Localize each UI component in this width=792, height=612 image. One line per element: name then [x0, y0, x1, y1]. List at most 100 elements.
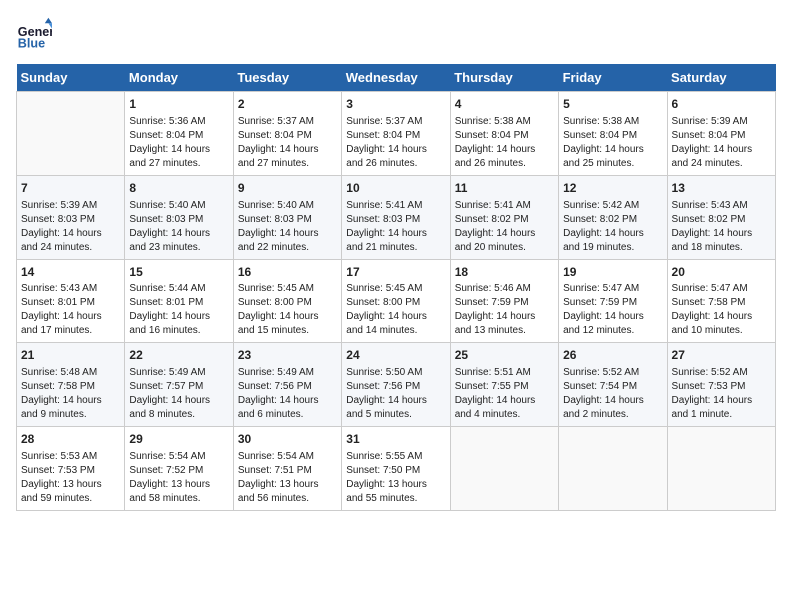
day-info: Sunrise: 5:44 AM Sunset: 8:01 PM Dayligh…: [129, 282, 228, 338]
calendar-cell: 17Sunrise: 5:45 AM Sunset: 8:00 PM Dayli…: [342, 259, 450, 343]
calendar-cell: 14Sunrise: 5:43 AM Sunset: 8:01 PM Dayli…: [17, 259, 125, 343]
svg-text:Blue: Blue: [18, 37, 45, 51]
day-header-thursday: Thursday: [450, 64, 558, 92]
day-info: Sunrise: 5:51 AM Sunset: 7:55 PM Dayligh…: [455, 366, 554, 422]
day-info: Sunrise: 5:38 AM Sunset: 8:04 PM Dayligh…: [563, 115, 662, 171]
day-number: 13: [672, 180, 771, 197]
day-info: Sunrise: 5:38 AM Sunset: 8:04 PM Dayligh…: [455, 115, 554, 171]
week-row-1: 1 Sunrise: 5:36 AM Sunset: 8:04 PM Daylig…: [17, 92, 776, 176]
day-number: 29: [129, 431, 228, 448]
day-info: Sunrise: 5:36 AM Sunset: 8:04 PM Dayligh…: [129, 115, 228, 171]
calendar-cell: 4Sunrise: 5:38 AM Sunset: 8:04 PM Daylig…: [450, 92, 558, 176]
day-header-sunday: Sunday: [17, 64, 125, 92]
day-info: Sunrise: 5:41 AM Sunset: 8:02 PM Dayligh…: [455, 199, 554, 255]
day-info: Sunrise: 5:48 AM Sunset: 7:58 PM Dayligh…: [21, 366, 120, 422]
day-info: Sunrise: 5:47 AM Sunset: 7:58 PM Dayligh…: [672, 282, 771, 338]
day-info: Sunrise: 5:49 AM Sunset: 7:57 PM Dayligh…: [129, 366, 228, 422]
day-info: Sunrise: 5:42 AM Sunset: 8:02 PM Dayligh…: [563, 199, 662, 255]
day-number: 21: [21, 347, 120, 364]
day-header-monday: Monday: [125, 64, 233, 92]
week-row-4: 21 Sunrise: 5:48 AM Sunset: 7:58 PM Dayli…: [17, 343, 776, 427]
day-number: 10: [346, 180, 445, 197]
calendar-cell: 15Sunrise: 5:44 AM Sunset: 8:01 PM Dayli…: [125, 259, 233, 343]
calendar-cell: 25 Sunrise: 5:51 AM Sunset: 7:55 PM Dayli…: [450, 343, 558, 427]
calendar-cell: [450, 427, 558, 511]
day-info: Sunrise: 5:45 AM Sunset: 8:00 PM Dayligh…: [238, 282, 337, 338]
calendar-cell: 26 Sunrise: 5:52 AM Sunset: 7:54 PM Dayli…: [559, 343, 667, 427]
calendar-table: SundayMondayTuesdayWednesdayThursdayFrid…: [16, 64, 776, 511]
day-number: 5: [563, 96, 662, 113]
day-info: Sunrise: 5:55 AM Sunset: 7:50 PM Dayligh…: [346, 450, 445, 506]
calendar-cell: 10 Sunrise: 5:41 AM Sunset: 8:03 PM Dayli…: [342, 175, 450, 259]
calendar-cell: 18Sunrise: 5:46 AM Sunset: 7:59 PM Dayli…: [450, 259, 558, 343]
day-header-wednesday: Wednesday: [342, 64, 450, 92]
calendar-cell: 3 Sunrise: 5:37 AM Sunset: 8:04 PM Daylig…: [342, 92, 450, 176]
calendar-cell: 2Sunrise: 5:37 AM Sunset: 8:04 PM Daylig…: [233, 92, 341, 176]
day-info: Sunrise: 5:52 AM Sunset: 7:54 PM Dayligh…: [563, 366, 662, 422]
day-number: 15: [129, 264, 228, 281]
day-info: Sunrise: 5:40 AM Sunset: 8:03 PM Dayligh…: [129, 199, 228, 255]
day-number: 7: [21, 180, 120, 197]
day-number: 18: [455, 264, 554, 281]
day-info: Sunrise: 5:39 AM Sunset: 8:03 PM Dayligh…: [21, 199, 120, 255]
week-row-5: 28 Sunrise: 5:53 AM Sunset: 7:53 PM Dayli…: [17, 427, 776, 511]
calendar-cell: 29 Sunrise: 5:54 AM Sunset: 7:52 PM Dayli…: [125, 427, 233, 511]
day-info: Sunrise: 5:41 AM Sunset: 8:03 PM Dayligh…: [346, 199, 445, 255]
calendar-cell: 19Sunrise: 5:47 AM Sunset: 7:59 PM Dayli…: [559, 259, 667, 343]
logo-icon: General Blue: [16, 16, 52, 52]
day-number: 14: [21, 264, 120, 281]
day-info: Sunrise: 5:45 AM Sunset: 8:00 PM Dayligh…: [346, 282, 445, 338]
calendar-cell: [667, 427, 775, 511]
day-number: 1: [129, 96, 228, 113]
calendar-cell: 5 Sunrise: 5:38 AM Sunset: 8:04 PM Daylig…: [559, 92, 667, 176]
day-number: 20: [672, 264, 771, 281]
day-info: Sunrise: 5:52 AM Sunset: 7:53 PM Dayligh…: [672, 366, 771, 422]
calendar-cell: 20Sunrise: 5:47 AM Sunset: 7:58 PM Dayli…: [667, 259, 775, 343]
page-header: General Blue: [16, 16, 776, 52]
calendar-cell: 21 Sunrise: 5:48 AM Sunset: 7:58 PM Dayli…: [17, 343, 125, 427]
day-number: 3: [346, 96, 445, 113]
calendar-cell: [559, 427, 667, 511]
day-number: 8: [129, 180, 228, 197]
day-info: Sunrise: 5:47 AM Sunset: 7:59 PM Dayligh…: [563, 282, 662, 338]
calendar-cell: 31 Sunrise: 5:55 AM Sunset: 7:50 PM Dayli…: [342, 427, 450, 511]
calendar-cell: 13 Sunrise: 5:43 AM Sunset: 8:02 PM Dayli…: [667, 175, 775, 259]
day-info: Sunrise: 5:43 AM Sunset: 8:02 PM Dayligh…: [672, 199, 771, 255]
day-header-saturday: Saturday: [667, 64, 775, 92]
header-row: SundayMondayTuesdayWednesdayThursdayFrid…: [17, 64, 776, 92]
day-info: Sunrise: 5:49 AM Sunset: 7:56 PM Dayligh…: [238, 366, 337, 422]
calendar-cell: 23Sunrise: 5:49 AM Sunset: 7:56 PM Dayli…: [233, 343, 341, 427]
day-number: 31: [346, 431, 445, 448]
day-info: Sunrise: 5:54 AM Sunset: 7:52 PM Dayligh…: [129, 450, 228, 506]
day-number: 28: [21, 431, 120, 448]
day-info: Sunrise: 5:46 AM Sunset: 7:59 PM Dayligh…: [455, 282, 554, 338]
day-number: 11: [455, 180, 554, 197]
day-header-friday: Friday: [559, 64, 667, 92]
calendar-cell: 12 Sunrise: 5:42 AM Sunset: 8:02 PM Dayli…: [559, 175, 667, 259]
calendar-cell: 22Sunrise: 5:49 AM Sunset: 7:57 PM Dayli…: [125, 343, 233, 427]
week-row-3: 14Sunrise: 5:43 AM Sunset: 8:01 PM Dayli…: [17, 259, 776, 343]
calendar-cell: 9Sunrise: 5:40 AM Sunset: 8:03 PM Daylig…: [233, 175, 341, 259]
day-number: 26: [563, 347, 662, 364]
calendar-cell: 24Sunrise: 5:50 AM Sunset: 7:56 PM Dayli…: [342, 343, 450, 427]
day-info: Sunrise: 5:50 AM Sunset: 7:56 PM Dayligh…: [346, 366, 445, 422]
day-info: Sunrise: 5:54 AM Sunset: 7:51 PM Dayligh…: [238, 450, 337, 506]
week-row-2: 7 Sunrise: 5:39 AM Sunset: 8:03 PM Daylig…: [17, 175, 776, 259]
calendar-cell: 30 Sunrise: 5:54 AM Sunset: 7:51 PM Dayli…: [233, 427, 341, 511]
day-number: 25: [455, 347, 554, 364]
day-info: Sunrise: 5:43 AM Sunset: 8:01 PM Dayligh…: [21, 282, 120, 338]
day-number: 17: [346, 264, 445, 281]
calendar-cell: 27 Sunrise: 5:52 AM Sunset: 7:53 PM Dayli…: [667, 343, 775, 427]
day-number: 6: [672, 96, 771, 113]
calendar-cell: 11 Sunrise: 5:41 AM Sunset: 8:02 PM Dayli…: [450, 175, 558, 259]
calendar-cell: 8 Sunrise: 5:40 AM Sunset: 8:03 PM Daylig…: [125, 175, 233, 259]
day-number: 2: [238, 96, 337, 113]
day-number: 27: [672, 347, 771, 364]
day-number: 12: [563, 180, 662, 197]
day-number: 16: [238, 264, 337, 281]
day-number: 30: [238, 431, 337, 448]
day-info: Sunrise: 5:53 AM Sunset: 7:53 PM Dayligh…: [21, 450, 120, 506]
calendar-cell: 7 Sunrise: 5:39 AM Sunset: 8:03 PM Daylig…: [17, 175, 125, 259]
day-info: Sunrise: 5:37 AM Sunset: 8:04 PM Dayligh…: [346, 115, 445, 171]
calendar-cell: 1 Sunrise: 5:36 AM Sunset: 8:04 PM Daylig…: [125, 92, 233, 176]
